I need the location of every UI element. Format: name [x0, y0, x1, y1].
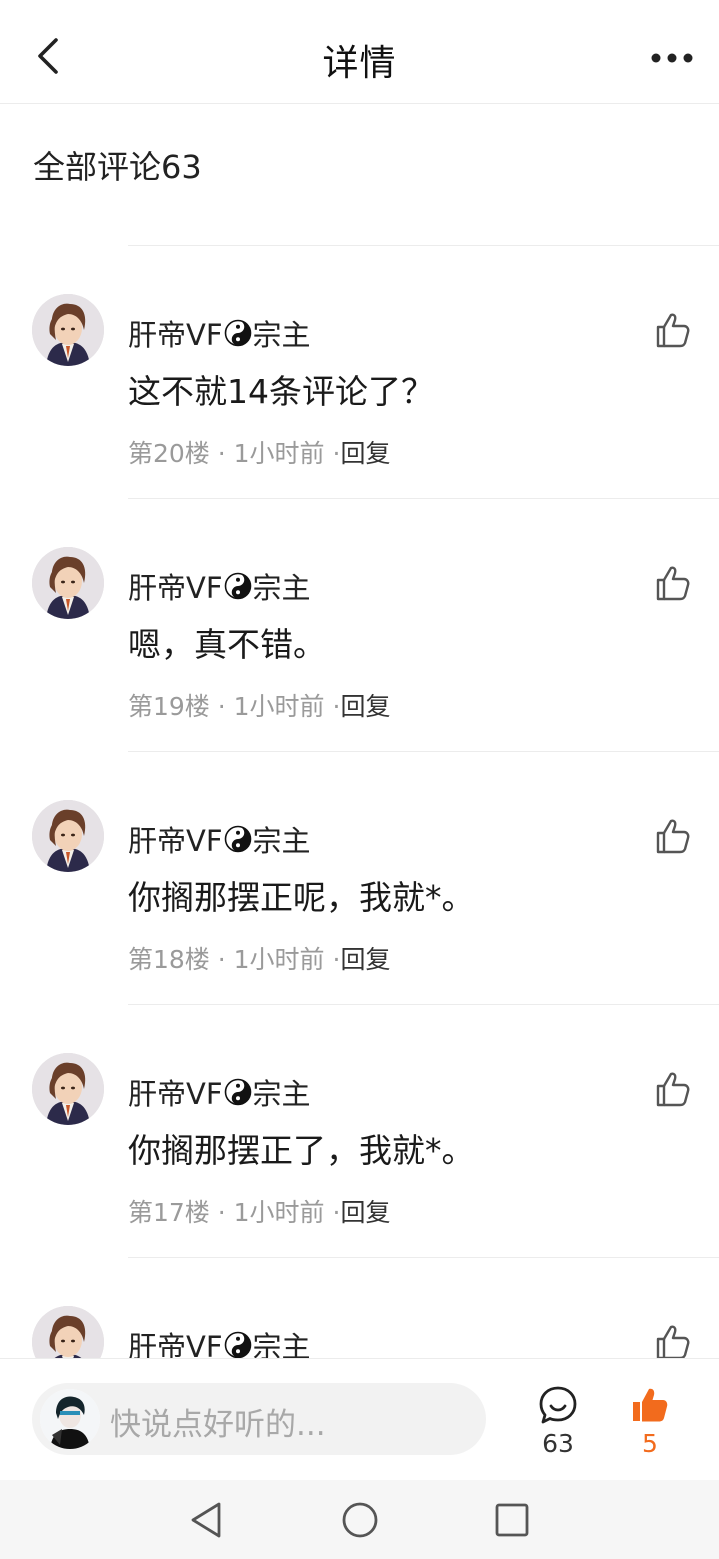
nav-back-button[interactable]	[184, 1498, 228, 1542]
yin-yang-icon	[224, 572, 251, 600]
avatar[interactable]	[32, 800, 104, 872]
circle-home-icon	[342, 1502, 378, 1538]
all-comments-header: 全部评论63	[33, 148, 202, 186]
comment-item[interactable]: 肝帝VF 宗主	[0, 1258, 719, 1358]
comment-text: 你搁那摆正了，我就*。	[128, 1131, 475, 1170]
like-button[interactable]	[652, 816, 692, 856]
yin-yang-icon	[224, 825, 251, 853]
avatar[interactable]	[32, 294, 104, 366]
comment-count: 63	[542, 1429, 574, 1458]
floor-number: 第17楼	[128, 1198, 210, 1227]
comment-input[interactable]: 快说点好听的...	[32, 1383, 486, 1455]
comment-text: 嗯，真不错。	[128, 625, 326, 664]
meta-separator: ·	[324, 1198, 341, 1227]
comment-author[interactable]: 肝帝VF 宗主	[128, 1324, 311, 1358]
reply-button[interactable]: 回复	[340, 692, 390, 721]
meta-separator: ·	[209, 439, 234, 468]
comment-text: 你搁那摆正呢，我就*。	[128, 878, 475, 917]
triangle-back-icon	[191, 1502, 221, 1538]
comment-meta: 第18楼 · 1小时前 ·回复	[128, 940, 390, 976]
floor-number: 第19楼	[128, 692, 210, 721]
author-title: 宗主	[252, 824, 311, 858]
more-horizontal-icon	[651, 53, 693, 63]
meta-separator: ·	[209, 692, 234, 721]
author-name: 肝帝VF	[128, 571, 223, 605]
reply-button[interactable]: 回复	[340, 945, 390, 974]
meta-separator: ·	[324, 439, 341, 468]
comment-item[interactable]: 肝帝VF 宗主 这不就14条评论了？ 第20楼 · 1小时前 ·回复	[0, 246, 719, 499]
comment-input-placeholder: 快说点好听的...	[110, 1407, 326, 1443]
like-button[interactable]	[652, 1322, 692, 1358]
author-title: 宗主	[252, 318, 311, 352]
floor-number: 第20楼	[128, 439, 210, 468]
comment-list[interactable]: 肝帝VF 宗主 这不就14条评论了？ 第20楼 · 1小时前 ·回复 肝帝VF …	[0, 246, 719, 1358]
comment-time: 1小时前	[233, 945, 325, 974]
avatar[interactable]	[32, 1053, 104, 1125]
meta-separator: ·	[324, 945, 341, 974]
thumbs-up-icon	[656, 566, 690, 601]
my-avatar[interactable]	[40, 1389, 100, 1449]
more-button[interactable]	[647, 38, 697, 78]
bottom-bar: 快说点好听的... 63 5	[0, 1358, 719, 1480]
comment-item[interactable]: 肝帝VF 宗主 你搁那摆正呢，我就*。 第18楼 · 1小时前 ·回复	[0, 752, 719, 1005]
meta-separator: ·	[324, 692, 341, 721]
top-bar: 详情	[0, 0, 719, 104]
comment-item[interactable]: 肝帝VF 宗主 嗯，真不错。 第19楼 · 1小时前 ·回复	[0, 499, 719, 752]
square-recents-icon	[495, 1503, 529, 1537]
thumbs-up-icon	[633, 1388, 668, 1422]
reply-button[interactable]: 回复	[340, 439, 390, 468]
nav-recents-button[interactable]	[490, 1498, 534, 1542]
avatar[interactable]	[32, 547, 104, 619]
author-name: 肝帝VF	[128, 318, 223, 352]
reply-button[interactable]: 回复	[340, 1198, 390, 1227]
chat-bubble-icon	[539, 1386, 577, 1424]
system-nav-bar	[0, 1480, 719, 1559]
meta-separator: ·	[209, 1198, 234, 1227]
comment-author[interactable]: 肝帝VF 宗主	[128, 818, 311, 860]
comment-text: 这不就14条评论了？	[128, 372, 434, 411]
comment-meta: 第19楼 · 1小时前 ·回复	[128, 687, 390, 723]
author-name: 肝帝VF	[128, 1330, 223, 1358]
comment-time: 1小时前	[233, 439, 325, 468]
avatar[interactable]	[32, 1306, 104, 1358]
comment-meta: 第17楼 · 1小时前 ·回复	[128, 1193, 390, 1229]
like-count: 5	[642, 1429, 658, 1458]
yin-yang-icon	[224, 319, 251, 347]
comment-author[interactable]: 肝帝VF 宗主	[128, 1071, 311, 1113]
like-count-button[interactable]: 5	[622, 1381, 678, 1467]
nav-home-button[interactable]	[338, 1498, 382, 1542]
comment-time: 1小时前	[233, 692, 325, 721]
yin-yang-icon	[224, 1078, 251, 1106]
author-title: 宗主	[252, 1077, 311, 1111]
like-button[interactable]	[652, 563, 692, 603]
thumbs-up-icon	[656, 1072, 690, 1107]
floor-number: 第18楼	[128, 945, 210, 974]
author-title: 宗主	[252, 571, 311, 605]
yin-yang-icon	[224, 1331, 251, 1358]
comment-author[interactable]: 肝帝VF 宗主	[128, 312, 311, 354]
comment-author[interactable]: 肝帝VF 宗主	[128, 565, 311, 607]
comment-count-button[interactable]: 63	[530, 1381, 586, 1467]
comment-item[interactable]: 肝帝VF 宗主 你搁那摆正了，我就*。 第17楼 · 1小时前 ·回复	[0, 1005, 719, 1258]
author-name: 肝帝VF	[128, 1077, 223, 1111]
like-button[interactable]	[652, 1069, 692, 1109]
like-button[interactable]	[652, 310, 692, 350]
page-title: 详情	[322, 43, 397, 84]
meta-separator: ·	[209, 945, 234, 974]
thumbs-up-icon	[656, 819, 690, 854]
comment-time: 1小时前	[233, 1198, 325, 1227]
comment-meta: 第20楼 · 1小时前 ·回复	[128, 434, 390, 470]
thumbs-up-icon	[656, 1325, 690, 1358]
author-name: 肝帝VF	[128, 824, 223, 858]
thumbs-up-icon	[656, 313, 690, 348]
author-title: 宗主	[252, 1330, 311, 1358]
